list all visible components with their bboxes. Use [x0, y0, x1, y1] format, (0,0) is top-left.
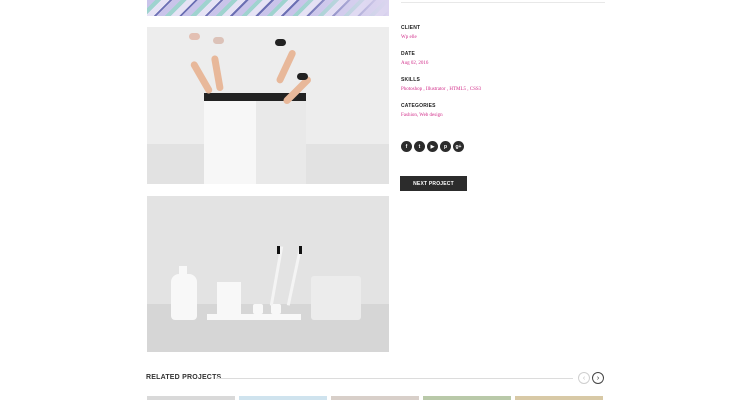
client-value: Wp elle	[401, 35, 417, 40]
meta-top-divider	[401, 2, 605, 3]
related-divider	[216, 378, 573, 379]
related-thumb-4[interactable]	[423, 396, 511, 400]
twitter-icon[interactable]: t	[414, 141, 425, 152]
facebook-icon[interactable]: f	[401, 141, 412, 152]
related-thumb-3[interactable]	[331, 396, 419, 400]
social-share-bar: f t ▶ p g+	[401, 141, 464, 152]
project-image-toothbrush	[147, 196, 389, 352]
pinterest-icon[interactable]: p	[440, 141, 451, 152]
project-image-legs-box	[147, 27, 389, 184]
skills-label: SKILLS	[401, 77, 420, 83]
youtube-icon[interactable]: ▶	[427, 141, 438, 152]
date-label: DATE	[401, 51, 416, 57]
skills-value[interactable]: Photoshop , Illustrator , HTML5 , CSS3	[401, 87, 481, 92]
related-thumb-1[interactable]	[147, 396, 235, 400]
next-project-button[interactable]: NEXT PROJECT	[400, 176, 467, 191]
client-label: CLIENT	[401, 25, 421, 31]
categories-value[interactable]: Fashion, Web design	[401, 113, 443, 118]
carousel-next-button[interactable]: ›	[592, 372, 604, 384]
related-projects-title: RELATED PROJECTS	[146, 374, 222, 381]
related-thumb-5[interactable]	[515, 396, 603, 400]
date-value: Aug 02, 2016	[401, 61, 429, 66]
carousel-prev-button[interactable]: ‹	[578, 372, 590, 384]
related-thumb-2[interactable]	[239, 396, 327, 400]
google-plus-icon[interactable]: g+	[453, 141, 464, 152]
project-image-top	[147, 0, 389, 16]
categories-label: CATEGORIES	[401, 103, 436, 109]
